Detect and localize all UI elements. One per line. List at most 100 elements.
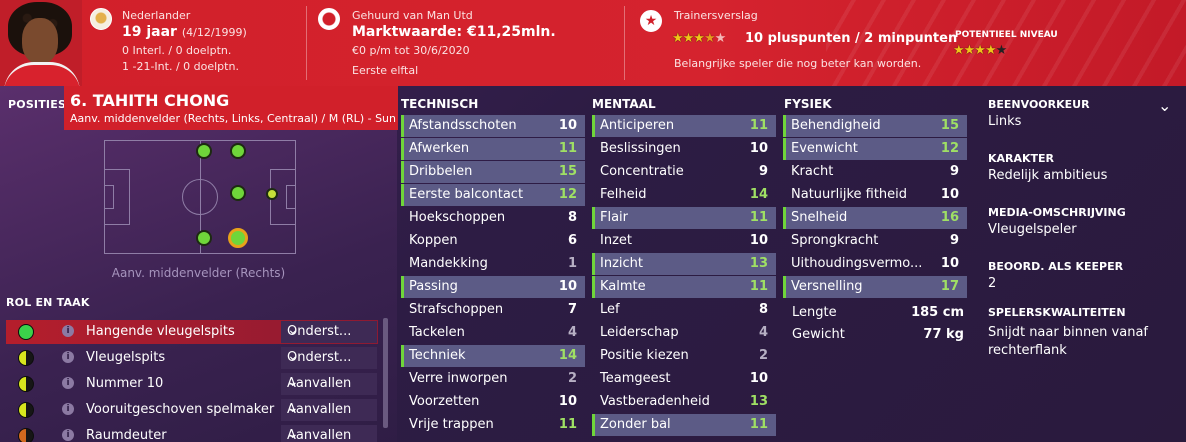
chevron-down-icon: ⌄ [287, 426, 299, 442]
personality-title: KARAKTER [988, 152, 1055, 165]
attribute-name: Versnelling [791, 279, 863, 294]
attribute-row[interactable]: Tackelen 4 [401, 322, 585, 344]
attribute-row[interactable]: Verre inworpen 2 [401, 368, 585, 390]
duty-dropdown[interactable]: Onderst... ⌄ [281, 347, 377, 369]
attribute-name: Inzet [600, 233, 632, 248]
role-suitability-icon [18, 428, 34, 442]
attribute-value: 10 [558, 118, 577, 133]
attribute-value: 15 [558, 164, 577, 179]
attribute-row[interactable]: Techniek 14 [401, 345, 585, 367]
attribute-row[interactable]: Lef 8 [592, 299, 776, 321]
attribute-row[interactable]: Eerste balcontact 12 [401, 184, 585, 206]
position-dot [230, 143, 246, 159]
attribute-row[interactable]: Vastberadenheid 13 [592, 391, 776, 413]
attribute-name: Afstandsschoten [409, 118, 517, 133]
attribute-value: 4 [567, 325, 577, 340]
attribute-row[interactable]: Passing 10 [401, 276, 585, 298]
attribute-value: 10 [749, 233, 768, 248]
attribute-row[interactable]: Hoekschoppen 8 [401, 207, 585, 229]
attribute-row[interactable]: Inzet 10 [592, 230, 776, 252]
attribute-row[interactable]: Koppen 6 [401, 230, 585, 252]
attribute-value: 8 [758, 302, 768, 317]
info-icon[interactable]: i [62, 429, 74, 441]
loan-status[interactable]: Gehuurd van Man Utd [352, 9, 473, 22]
attribute-name: Uithoudingsvermo... [791, 256, 923, 271]
role-row[interactable]: i Hangende vleugelspits Onderst... ⌄ [6, 320, 378, 344]
attribute-row[interactable]: Concentratie 9 [592, 161, 776, 183]
info-icon[interactable]: i [62, 325, 74, 337]
nationality: Nederlander [122, 9, 191, 22]
duty-dropdown[interactable]: Onderst... ⌄ [281, 321, 377, 343]
attribute-row[interactable]: Felheid 14 [592, 184, 776, 206]
height-value: 185 cm [911, 305, 964, 320]
attribute-value: 17 [940, 279, 959, 294]
attribute-row[interactable]: Positie kiezen 2 [592, 345, 776, 367]
club-crest-icon[interactable] [318, 8, 340, 30]
player-header: Nederlander 19 jaar (4/12/1999) 0 Interl… [0, 0, 1186, 86]
chevron-down-icon[interactable]: ⌄ [1158, 96, 1171, 115]
attribute-row[interactable]: Zonder bal 11 [592, 414, 776, 436]
attribute-row[interactable]: Dribbelen 15 [401, 161, 585, 183]
current-ability-stars: ★★★★★ [672, 31, 726, 46]
attribute-name: Lef [600, 302, 620, 317]
attribute-row[interactable]: Afwerken 11 [401, 138, 585, 160]
attribute-name: Inzicht [600, 256, 643, 271]
duty-dropdown[interactable]: Aanvallen ⌄ [281, 373, 377, 395]
attribute-row[interactable]: Afstandsschoten 10 [401, 115, 585, 137]
attribute-row[interactable]: Sprongkracht 9 [783, 230, 967, 252]
attribute-row[interactable]: Kalmte 11 [592, 276, 776, 298]
position-dot [196, 230, 212, 246]
role-row[interactable]: i Vleugelspits Onderst... ⌄ [6, 346, 378, 370]
attribute-row[interactable]: Teamgeest 10 [592, 368, 776, 390]
attribute-row[interactable]: Snelheid 16 [783, 207, 967, 229]
attribute-row[interactable]: Behendigheid 15 [783, 115, 967, 137]
media-description: Vleugelspeler [988, 222, 1077, 237]
attribute-row[interactable]: Leiderschap 4 [592, 322, 776, 344]
weight-label: Gewicht [792, 327, 845, 342]
attribute-value: 9 [949, 233, 959, 248]
attribute-row[interactable]: Anticiperen 11 [592, 115, 776, 137]
position-dot [196, 143, 212, 159]
potential-label: POTENTIEEL NIVEAU [955, 30, 1058, 40]
duty-dropdown[interactable]: Aanvallen ⌄ [281, 425, 377, 442]
traits-title: SPELERSKWALITEITEN [988, 306, 1126, 319]
attribute-row[interactable]: Evenwicht 12 [783, 138, 967, 160]
attribute-name: Felheid [600, 187, 647, 202]
role-row[interactable]: i Nummer 10 Aanvallen ⌄ [6, 372, 378, 396]
attribute-row[interactable]: Strafschoppen 7 [401, 299, 585, 321]
info-icon[interactable]: i [62, 351, 74, 363]
preferred-foot: Links [988, 114, 1022, 129]
role-row[interactable]: i Raumdeuter Aanvallen ⌄ [6, 424, 378, 442]
attribute-name: Vastberadenheid [600, 394, 710, 409]
attribute-name: Koppen [409, 233, 458, 248]
attribute-row[interactable]: Voorzetten 10 [401, 391, 585, 413]
divider [624, 6, 625, 80]
attribute-row[interactable]: Natuurlijke fitheid 10 [783, 184, 967, 206]
attribute-row[interactable]: Uithoudingsvermo... 10 [783, 253, 967, 275]
attribute-row[interactable]: Flair 11 [592, 207, 776, 229]
attribute-row[interactable]: Beslissingen 10 [592, 138, 776, 160]
attribute-row[interactable]: Mandekking 1 [401, 253, 585, 275]
attribute-value: 14 [558, 348, 577, 363]
attribute-name: Concentratie [600, 164, 684, 179]
attribute-value: 15 [940, 118, 959, 133]
trait: Snijdt naar binnen vanaf [988, 325, 1148, 340]
info-icon[interactable]: i [62, 403, 74, 415]
attribute-name: Leiderschap [600, 325, 679, 340]
attribute-row[interactable]: Vrije trappen 11 [401, 414, 585, 436]
nation-flag-icon [90, 8, 112, 30]
key-attribute-marker [401, 345, 404, 367]
keeper-rating-title: BEOORD. ALS KEEPER [988, 260, 1124, 273]
info-icon[interactable]: i [62, 377, 74, 389]
report-title[interactable]: Trainersverslag [674, 9, 758, 22]
duty-dropdown[interactable]: Aanvallen ⌄ [281, 399, 377, 421]
trait: rechterflank [988, 343, 1067, 358]
role-row[interactable]: i Vooruitgeschoven spelmaker Aanvallen ⌄ [6, 398, 378, 422]
chevron-down-icon: ⌄ [287, 400, 299, 416]
attribute-row[interactable]: Kracht 9 [783, 161, 967, 183]
attribute-row[interactable]: Versnelling 17 [783, 276, 967, 298]
chevron-down-icon: ⌄ [287, 348, 299, 364]
attribute-row[interactable]: Inzicht 13 [592, 253, 776, 275]
role-list-scrollbar[interactable] [383, 318, 388, 428]
attribute-name: Hoekschoppen [409, 210, 506, 225]
